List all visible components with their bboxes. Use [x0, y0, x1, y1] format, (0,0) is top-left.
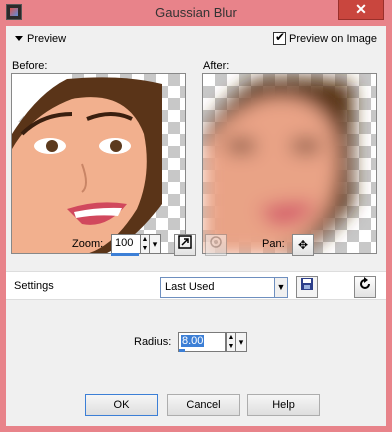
zoom-slider-bar[interactable]	[111, 253, 139, 256]
proof-preview-button[interactable]	[205, 234, 227, 256]
ok-button[interactable]: OK	[85, 394, 158, 416]
preview-on-image-label[interactable]: Preview on Image	[289, 33, 377, 45]
spin-down-icon[interactable]: ▼	[227, 342, 235, 351]
radius-value: 8.00	[181, 335, 205, 347]
pan-label: Pan:	[262, 238, 285, 250]
preview-header: Preview Preview on Image	[6, 26, 386, 52]
dialog-body: Preview Preview on Image Before: After:	[6, 26, 386, 426]
save-preset-icon	[301, 278, 313, 290]
close-button[interactable]: ✕	[338, 0, 384, 20]
title-bar: Gaussian Blur ✕	[0, 0, 392, 26]
radius-input[interactable]: 8.00	[178, 332, 226, 352]
pan-button[interactable]: ✥	[292, 234, 314, 256]
spin-up-icon[interactable]: ▲	[227, 333, 235, 342]
after-image	[203, 77, 353, 253]
settings-bar: Settings Last Used ▼	[6, 271, 386, 300]
preview-section-label[interactable]: Preview	[27, 33, 66, 45]
zoom-to-fit-icon	[178, 235, 192, 249]
pan-move-icon: ✥	[297, 238, 309, 252]
reset-icon	[360, 277, 370, 289]
help-button[interactable]: Help	[247, 394, 320, 416]
settings-label: Settings	[14, 280, 54, 292]
before-image	[12, 74, 162, 253]
before-label: Before:	[12, 60, 48, 72]
zoom-dropdown-arrow-icon[interactable]: ▾	[149, 234, 161, 254]
preview-on-image-checkbox[interactable]	[273, 30, 286, 45]
save-preset-button[interactable]	[296, 276, 318, 298]
zoom-label: Zoom:	[72, 238, 104, 250]
radius-label: Radius:	[134, 336, 172, 348]
cancel-button[interactable]: Cancel	[167, 394, 240, 416]
after-preview-panel[interactable]	[202, 73, 377, 254]
reset-button[interactable]	[354, 276, 376, 298]
spin-up-icon[interactable]: ▲	[141, 235, 149, 244]
radius-slider-bar[interactable]	[179, 349, 185, 352]
proof-preview-icon	[210, 236, 222, 248]
collapse-triangle-icon[interactable]	[15, 36, 23, 41]
zoom-to-fit-button[interactable]	[174, 234, 196, 256]
after-label: After:	[203, 60, 230, 72]
before-preview-panel[interactable]	[11, 73, 186, 254]
settings-preset-select[interactable]: Last Used	[160, 277, 288, 298]
window-title: Gaussian Blur	[155, 5, 237, 20]
spin-down-icon[interactable]: ▼	[141, 244, 149, 253]
settings-dropdown-arrow-icon[interactable]: ▼	[274, 277, 288, 298]
radius-dropdown-arrow-icon[interactable]: ▾	[235, 332, 247, 352]
